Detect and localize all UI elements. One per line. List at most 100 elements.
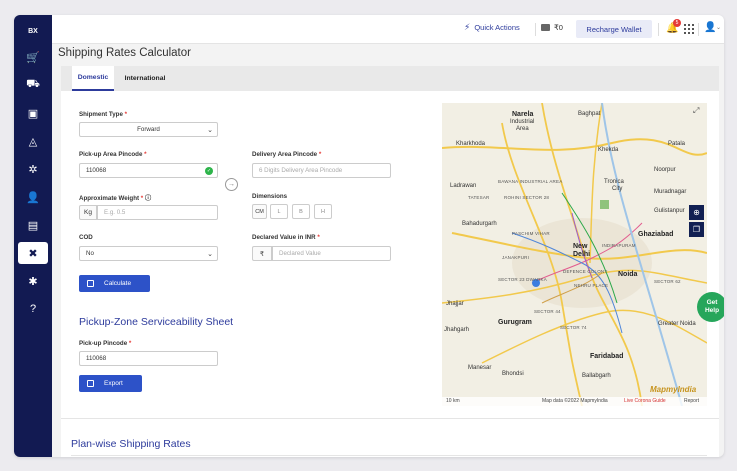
settings-icon[interactable]: ✱	[18, 270, 48, 292]
map-label: JANAKPURI	[502, 255, 530, 260]
map-label: ROHINI SECTOR 28	[504, 195, 550, 200]
sidebar: BX 🛒 ⛟ ▣ ◬ ✲ 👤 ▤ ✖ ✱ ?	[14, 15, 52, 457]
serviceability-pincode-input[interactable]: 110068	[79, 351, 218, 366]
map-label: SECTOR 62	[654, 279, 681, 284]
shipment-type-label: Shipment Type *	[79, 111, 128, 118]
map-label: BAWANA INDUSTRIAL AREA	[498, 179, 563, 184]
network-icon[interactable]: ✲	[18, 158, 48, 180]
map-label: Jhajjar	[446, 301, 464, 307]
divider	[698, 23, 699, 36]
map-label: Ladrawan	[450, 183, 477, 189]
document-icon[interactable]: ▤	[18, 214, 48, 236]
height-input[interactable]: H	[314, 204, 332, 219]
brand-logo[interactable]: BX	[20, 23, 46, 39]
user-check-icon[interactable]: 👤	[18, 186, 48, 208]
box-icon[interactable]: ⛟	[18, 74, 48, 96]
length-input[interactable]: L	[270, 204, 288, 219]
export-icon	[87, 380, 94, 387]
map-label: Patala	[668, 141, 686, 147]
pickup-pincode-input[interactable]: 110068 ✓	[79, 163, 218, 178]
map-label: SECTOR 23 DWARKA	[498, 277, 547, 282]
divider	[61, 418, 719, 419]
delivery-pincode-input[interactable]: 6 Digits Delivery Area Pincode	[252, 163, 391, 178]
bolt-icon: ⚡	[464, 22, 471, 32]
locate-icon[interactable]: ⊕	[689, 205, 704, 220]
help-icon[interactable]: ?	[18, 298, 48, 320]
map-label: Baghpat	[578, 111, 601, 117]
map-label: SECTOR 44	[534, 309, 561, 314]
layers-icon[interactable]: ❐	[689, 222, 704, 237]
map-label: NEHRU PLACE	[574, 283, 609, 288]
declared-value-label: Declared Value in INR *	[252, 234, 320, 241]
bag-icon[interactable]: ◬	[18, 130, 48, 152]
get-help-button[interactable]: Get Help	[697, 292, 724, 322]
apps-grid-icon[interactable]	[684, 24, 694, 34]
calculator-icon	[87, 280, 94, 287]
user-avatar-icon[interactable]: 👤	[704, 22, 716, 33]
recharge-wallet-button[interactable]: Recharge Wallet	[576, 20, 652, 38]
arrow-right-icon: →	[225, 178, 238, 191]
tab-domestic[interactable]: Domestic	[72, 66, 114, 91]
export-label: Export	[104, 380, 123, 387]
package-icon[interactable]: ▣	[18, 102, 48, 124]
chevron-down-icon: ⌄	[207, 127, 213, 134]
map-label: Jhahgarh	[444, 327, 470, 333]
chevron-down-icon[interactable]: ⌄	[716, 24, 721, 31]
pickup-pincode-label: Pick-up Area Pincode *	[79, 151, 147, 158]
quick-actions-label: Quick Actions	[474, 23, 520, 32]
map-label: Gurugram	[498, 319, 532, 326]
cod-label: COD	[79, 234, 93, 241]
map-label: Manesar	[468, 365, 492, 371]
fullscreen-icon[interactable]: ⤢	[693, 106, 699, 116]
map-label: Industrial	[510, 119, 535, 125]
map-label: Delhi	[573, 251, 591, 258]
divider	[535, 23, 536, 36]
topbar: ⚡ Quick Actions ₹0 Recharge Wallet 🔔 5 👤…	[52, 15, 724, 44]
map-label: Noorpur	[654, 167, 676, 173]
map-label: Noida	[618, 271, 638, 278]
app-frame: BX 🛒 ⛟ ▣ ◬ ✲ 👤 ▤ ✖ ✱ ? ⚡ Quick Actions ₹…	[14, 15, 724, 457]
map-label: Bahadurgarh	[462, 221, 497, 227]
chevron-down-icon: ⌄	[207, 251, 213, 258]
shipment-type-select[interactable]: Forward ⌄	[79, 122, 218, 137]
tab-international[interactable]: International	[122, 66, 168, 91]
cod-value: No	[86, 250, 94, 257]
report-link[interactable]: Report	[684, 398, 699, 404]
cart-icon[interactable]: 🛒	[18, 46, 48, 68]
serviceability-title: Pickup-Zone Serviceability Sheet	[79, 316, 234, 328]
info-icon[interactable]: ⓘ	[145, 195, 151, 202]
weight-input[interactable]: E.g. 0.5	[97, 205, 218, 220]
map-label: Greater Noida	[658, 321, 696, 327]
wallet-amount: ₹0	[554, 23, 563, 32]
calculator-panel: Shipment Type * Forward ⌄ Pick-up Area P…	[61, 91, 724, 457]
pickup-pincode-value: 110068	[86, 167, 107, 174]
map-label: Bhondsi	[502, 371, 524, 377]
delivery-pincode-label: Delivery Area Pincode *	[252, 151, 322, 158]
page-title: Shipping Rates Calculator	[58, 47, 191, 59]
calculate-button[interactable]: Calculate	[79, 275, 150, 292]
calculate-label: Calculate	[104, 280, 132, 287]
map-label: Faridabad	[590, 353, 624, 360]
map-scale: 10 km	[446, 398, 460, 404]
cod-select[interactable]: No ⌄	[79, 246, 218, 261]
map[interactable]: ⤢ Narela Baghpat Industrial Area Kharkho…	[442, 103, 707, 406]
export-button[interactable]: Export	[79, 375, 142, 392]
corona-guide-link[interactable]: Live Corona Guide	[624, 398, 666, 404]
map-label: SECTOR 74	[560, 325, 587, 330]
declared-value-input[interactable]: Declared Value	[272, 246, 391, 261]
breadth-input[interactable]: B	[292, 204, 310, 219]
tools-icon[interactable]: ✖	[18, 242, 48, 264]
map-label: Narela	[512, 111, 534, 118]
weight-unit: Kg	[79, 205, 97, 220]
quick-actions-button[interactable]: ⚡ Quick Actions	[464, 22, 520, 33]
map-label: DEFENCE COLONY	[563, 269, 608, 274]
map-label: Gulistanpur	[654, 208, 685, 214]
weight-label: Approximate Weight * ⓘ	[79, 195, 152, 202]
map-label: City	[612, 186, 623, 192]
wallet-balance[interactable]: ₹0	[541, 23, 563, 32]
notification-badge: 5	[673, 19, 681, 27]
map-label: PASCHIM VIHAR	[512, 231, 550, 236]
map-label: New	[573, 243, 588, 250]
get-help-line2: Help	[704, 307, 720, 314]
map-label: Khekda	[598, 147, 619, 153]
